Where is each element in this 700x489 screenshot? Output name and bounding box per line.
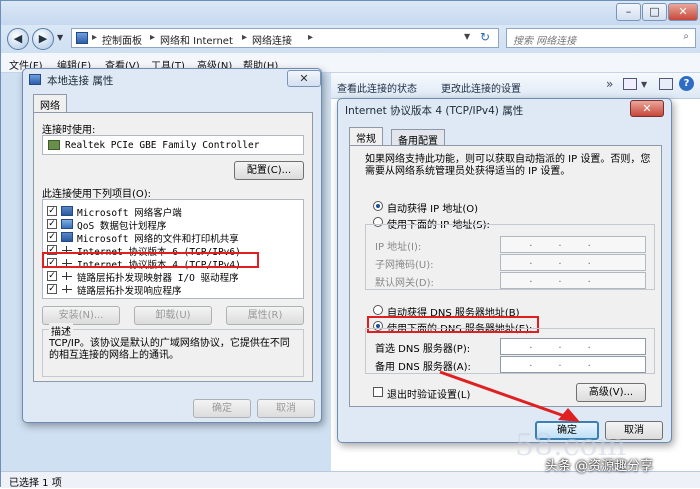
preview-pane-icon[interactable] xyxy=(659,78,673,90)
ip-dots: ... xyxy=(529,340,617,351)
view-dropdown-icon[interactable]: ▼ xyxy=(641,80,647,89)
item-label: Microsoft 网络的文件和打印机共享 xyxy=(77,234,239,245)
ipv4-dialog-title: Internet 协议版本 4 (TCP/IPv4) 属性 xyxy=(345,105,524,117)
ip-dots: ... xyxy=(529,256,617,267)
item-label: QoS 数据包计划程序 xyxy=(77,221,167,232)
help-icon[interactable]: ? xyxy=(679,76,694,91)
description-label: 描述 xyxy=(49,323,73,338)
properties-button[interactable]: 属性(R) xyxy=(226,306,304,325)
preferred-dns-label: 首选 DNS 服务器(P): xyxy=(375,344,471,355)
validate-on-exit-checkbox[interactable] xyxy=(373,387,383,397)
default-gateway-label: 默认网关(D): xyxy=(375,278,434,289)
ip-dots: ... xyxy=(529,274,617,285)
breadcrumb-separator-icon: ▸ xyxy=(308,32,314,43)
status-text: 已选择 1 项 xyxy=(9,478,62,489)
properties-dialog-title: 本地连接 属性 xyxy=(47,75,114,87)
window-close-button[interactable]: ✕ xyxy=(668,3,698,21)
subnet-mask-field[interactable]: ... xyxy=(500,254,646,271)
breadcrumb-separator-icon: ▸ xyxy=(242,32,248,43)
address-dropdown-icon[interactable]: ▼ xyxy=(464,32,470,41)
description-text: TCP/IP。该协议是默认的广域网络协议，它提供在不同的相互连接的网络上的通讯。 xyxy=(49,338,290,361)
breadcrumb-network-internet[interactable]: 网络和 Internet xyxy=(160,32,233,47)
item-checkbox[interactable]: ✓ xyxy=(47,271,57,281)
view-icon[interactable] xyxy=(623,78,637,90)
preferred-dns-field[interactable]: ... xyxy=(500,338,646,355)
item-checkbox[interactable]: ✓ xyxy=(47,206,57,216)
caption-watermark: 头条 @资源趣分享 xyxy=(545,459,654,474)
minimize-button[interactable]: – xyxy=(616,3,641,21)
search-icon[interactable]: ⌕ xyxy=(683,31,689,42)
tab-general-label: 常规 xyxy=(356,134,376,145)
item-checkbox[interactable]: ✓ xyxy=(47,219,57,229)
connection-icon xyxy=(29,74,41,85)
back-icon[interactable]: ◀ xyxy=(7,28,29,50)
configure-button[interactable]: 配置(C)... xyxy=(234,161,304,180)
auto-ip-radio[interactable] xyxy=(373,201,383,211)
refresh-icon[interactable]: ↻ xyxy=(480,30,490,44)
default-gateway-field[interactable]: ... xyxy=(500,272,646,289)
tab-network-label: 网络 xyxy=(40,101,60,112)
ipv4-highlight-box xyxy=(42,252,259,268)
tab-network[interactable]: 网络 xyxy=(33,94,67,112)
description-group: 描述 TCP/IP。该协议是默认的广域网络协议，它提供在不同的相互连接的网络上的… xyxy=(42,323,304,377)
file-share-icon xyxy=(61,232,73,242)
breadcrumb-separator-icon: ▸ xyxy=(150,32,156,43)
ip-address-label: IP 地址(I): xyxy=(375,242,422,253)
list-item[interactable]: ✓ Microsoft 网络的文件和打印机共享 xyxy=(47,231,297,245)
breadcrumb-control-panel[interactable]: 控制面板 xyxy=(102,32,142,47)
properties-close-icon[interactable]: ✕ xyxy=(287,70,321,87)
network-client-icon xyxy=(61,206,73,216)
ip-address-field[interactable]: ... xyxy=(500,236,646,253)
ip-dots: ... xyxy=(529,238,617,249)
item-label: 链路层拓扑发现映射器 I/O 驱动程序 xyxy=(77,273,239,284)
protocol-icon xyxy=(61,271,73,281)
forward-icon[interactable]: ▶ xyxy=(32,28,54,50)
address-bar[interactable]: ▸ 控制面板 ▸ 网络和 Internet ▸ 网络连接 ▸ ▼ ↻ xyxy=(71,28,499,48)
explorer-titlebar: – □ ✕ xyxy=(1,1,700,25)
breadcrumb-separator-icon: ▸ xyxy=(92,32,98,43)
history-dropdown-icon[interactable]: ▼ xyxy=(57,33,63,42)
maximize-button[interactable]: □ xyxy=(642,3,667,21)
auto-dns-radio[interactable] xyxy=(373,305,383,315)
adapter-field: Realtek PCIe GBE Family Controller xyxy=(42,135,304,155)
list-item[interactable]: ✓ QoS 数据包计划程序 xyxy=(47,218,297,232)
properties-cancel-button[interactable]: 取消 xyxy=(257,399,315,418)
search-placeholder: 搜索 网络连接 xyxy=(513,36,577,47)
list-item[interactable]: ✓ 链路层拓扑发现响应程序 xyxy=(47,283,297,297)
item-label: 链路层拓扑发现响应程序 xyxy=(77,286,182,297)
network-tab-panel: 连接时使用: Realtek PCIe GBE Family Controlle… xyxy=(33,112,313,382)
command-bar: 查看此连接的状态 更改此连接的设置 » ▼ ? xyxy=(331,73,700,99)
tab-general[interactable]: 常规 xyxy=(349,127,383,145)
view-status-command[interactable]: 查看此连接的状态 xyxy=(337,80,417,95)
subnet-mask-label: 子网掩码(U): xyxy=(375,260,434,271)
item-checkbox[interactable]: ✓ xyxy=(47,284,57,294)
item-checkbox[interactable]: ✓ xyxy=(47,232,57,242)
protocol-icon xyxy=(61,284,73,294)
change-settings-command[interactable]: 更改此连接的设置 xyxy=(441,80,521,95)
breadcrumb-network-connections[interactable]: 网络连接 xyxy=(252,32,292,47)
list-item[interactable]: ✓ Microsoft 网络客户端 xyxy=(47,205,297,219)
ipv4-close-icon[interactable]: ✕ xyxy=(630,100,664,117)
qos-icon xyxy=(61,219,73,229)
local-connection-properties-dialog: 本地连接 属性 ✕ 网络 连接时使用: Realtek PCIe GBE Fam… xyxy=(22,68,322,423)
components-list: ✓ Microsoft 网络客户端 ✓ QoS 数据包计划程序 ✓ Micros… xyxy=(42,199,304,299)
control-panel-icon xyxy=(76,32,88,44)
network-adapter-icon xyxy=(48,140,60,150)
ipv4-dialog-titlebar: Internet 协议版本 4 (TCP/IPv4) 属性 ✕ xyxy=(338,99,673,121)
item-label: Microsoft 网络客户端 xyxy=(77,208,182,219)
properties-ok-button[interactable]: 确定 xyxy=(193,399,251,418)
more-options-icon[interactable]: » xyxy=(606,77,613,91)
uninstall-button[interactable]: 卸载(U) xyxy=(134,306,212,325)
properties-dialog-titlebar: 本地连接 属性 ✕ xyxy=(23,69,323,91)
search-input[interactable]: 搜索 网络连接 ⌕ xyxy=(506,28,696,48)
adapter-name: Realtek PCIe GBE Family Controller xyxy=(65,140,260,151)
intro-text: 如果网络支持此功能，则可以获取自动指派的 IP 设置。否则，您需要从网络系统管理… xyxy=(365,154,651,177)
list-item[interactable]: ✓ 链路层拓扑发现映射器 I/O 驱动程序 xyxy=(47,270,297,284)
connect-using-label: 连接时使用: xyxy=(42,125,96,136)
auto-ip-label: 自动获得 IP 地址(O) xyxy=(387,204,479,215)
items-label: 此连接使用下列项目(O): xyxy=(42,189,152,200)
